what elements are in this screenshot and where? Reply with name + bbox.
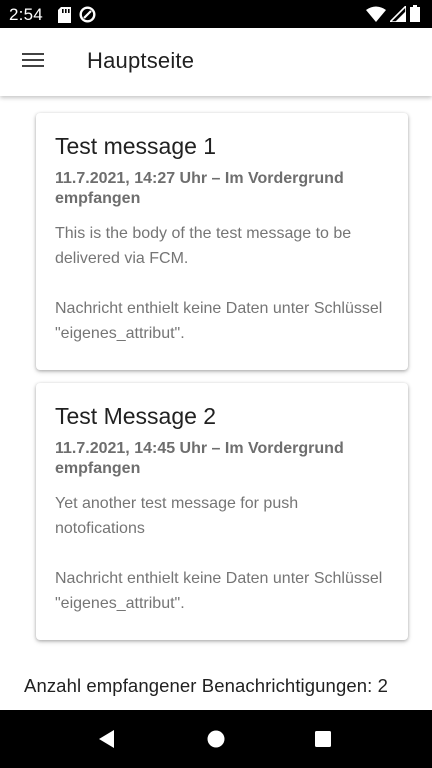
status-left-icons <box>58 6 96 28</box>
message-body: Yet another test message for push notofi… <box>55 495 299 537</box>
message-title: Test message 1 <box>55 133 217 159</box>
notification-count: Anzahl empfangener Benachrichtigungen: 2 <box>24 675 388 696</box>
recents-icon[interactable] <box>311 727 335 751</box>
status-bar: 2:54 <box>0 0 432 28</box>
message-data-note: Nachricht enthielt keine Daten unter Sch… <box>55 300 383 342</box>
status-time: 2:54 <box>9 5 43 24</box>
app-bar: Hauptseite <box>0 28 432 96</box>
message-body: This is the body of the test message to … <box>55 225 352 267</box>
message-list[interactable]: Test message 1 11.7.2021, 14:27 Uhr – Im… <box>0 96 432 710</box>
message-meta: 11.7.2021, 14:27 Uhr – Im Vordergrund em… <box>55 170 344 207</box>
message-data-note: Nachricht enthielt keine Daten unter Sch… <box>55 570 383 612</box>
battery-icon <box>410 5 420 27</box>
signal-icon <box>388 3 407 27</box>
message-card[interactable]: Test Message 2 11.7.2021, 14:45 Uhr – Im… <box>36 383 408 640</box>
message-card[interactable]: Test message 1 11.7.2021, 14:27 Uhr – Im… <box>36 113 408 370</box>
navigation-bar <box>0 710 432 768</box>
menu-icon[interactable] <box>18 50 50 76</box>
home-icon[interactable] <box>204 727 228 751</box>
sd-card-icon <box>58 6 71 28</box>
page-title: Hauptseite <box>87 48 195 73</box>
message-meta: 11.7.2021, 14:45 Uhr – Im Vordergrund em… <box>55 440 344 477</box>
message-title: Test Message 2 <box>55 403 217 429</box>
status-right-icons <box>366 3 420 27</box>
data-saver-icon <box>79 6 96 28</box>
wifi-icon <box>366 6 386 27</box>
back-icon[interactable] <box>95 727 119 751</box>
